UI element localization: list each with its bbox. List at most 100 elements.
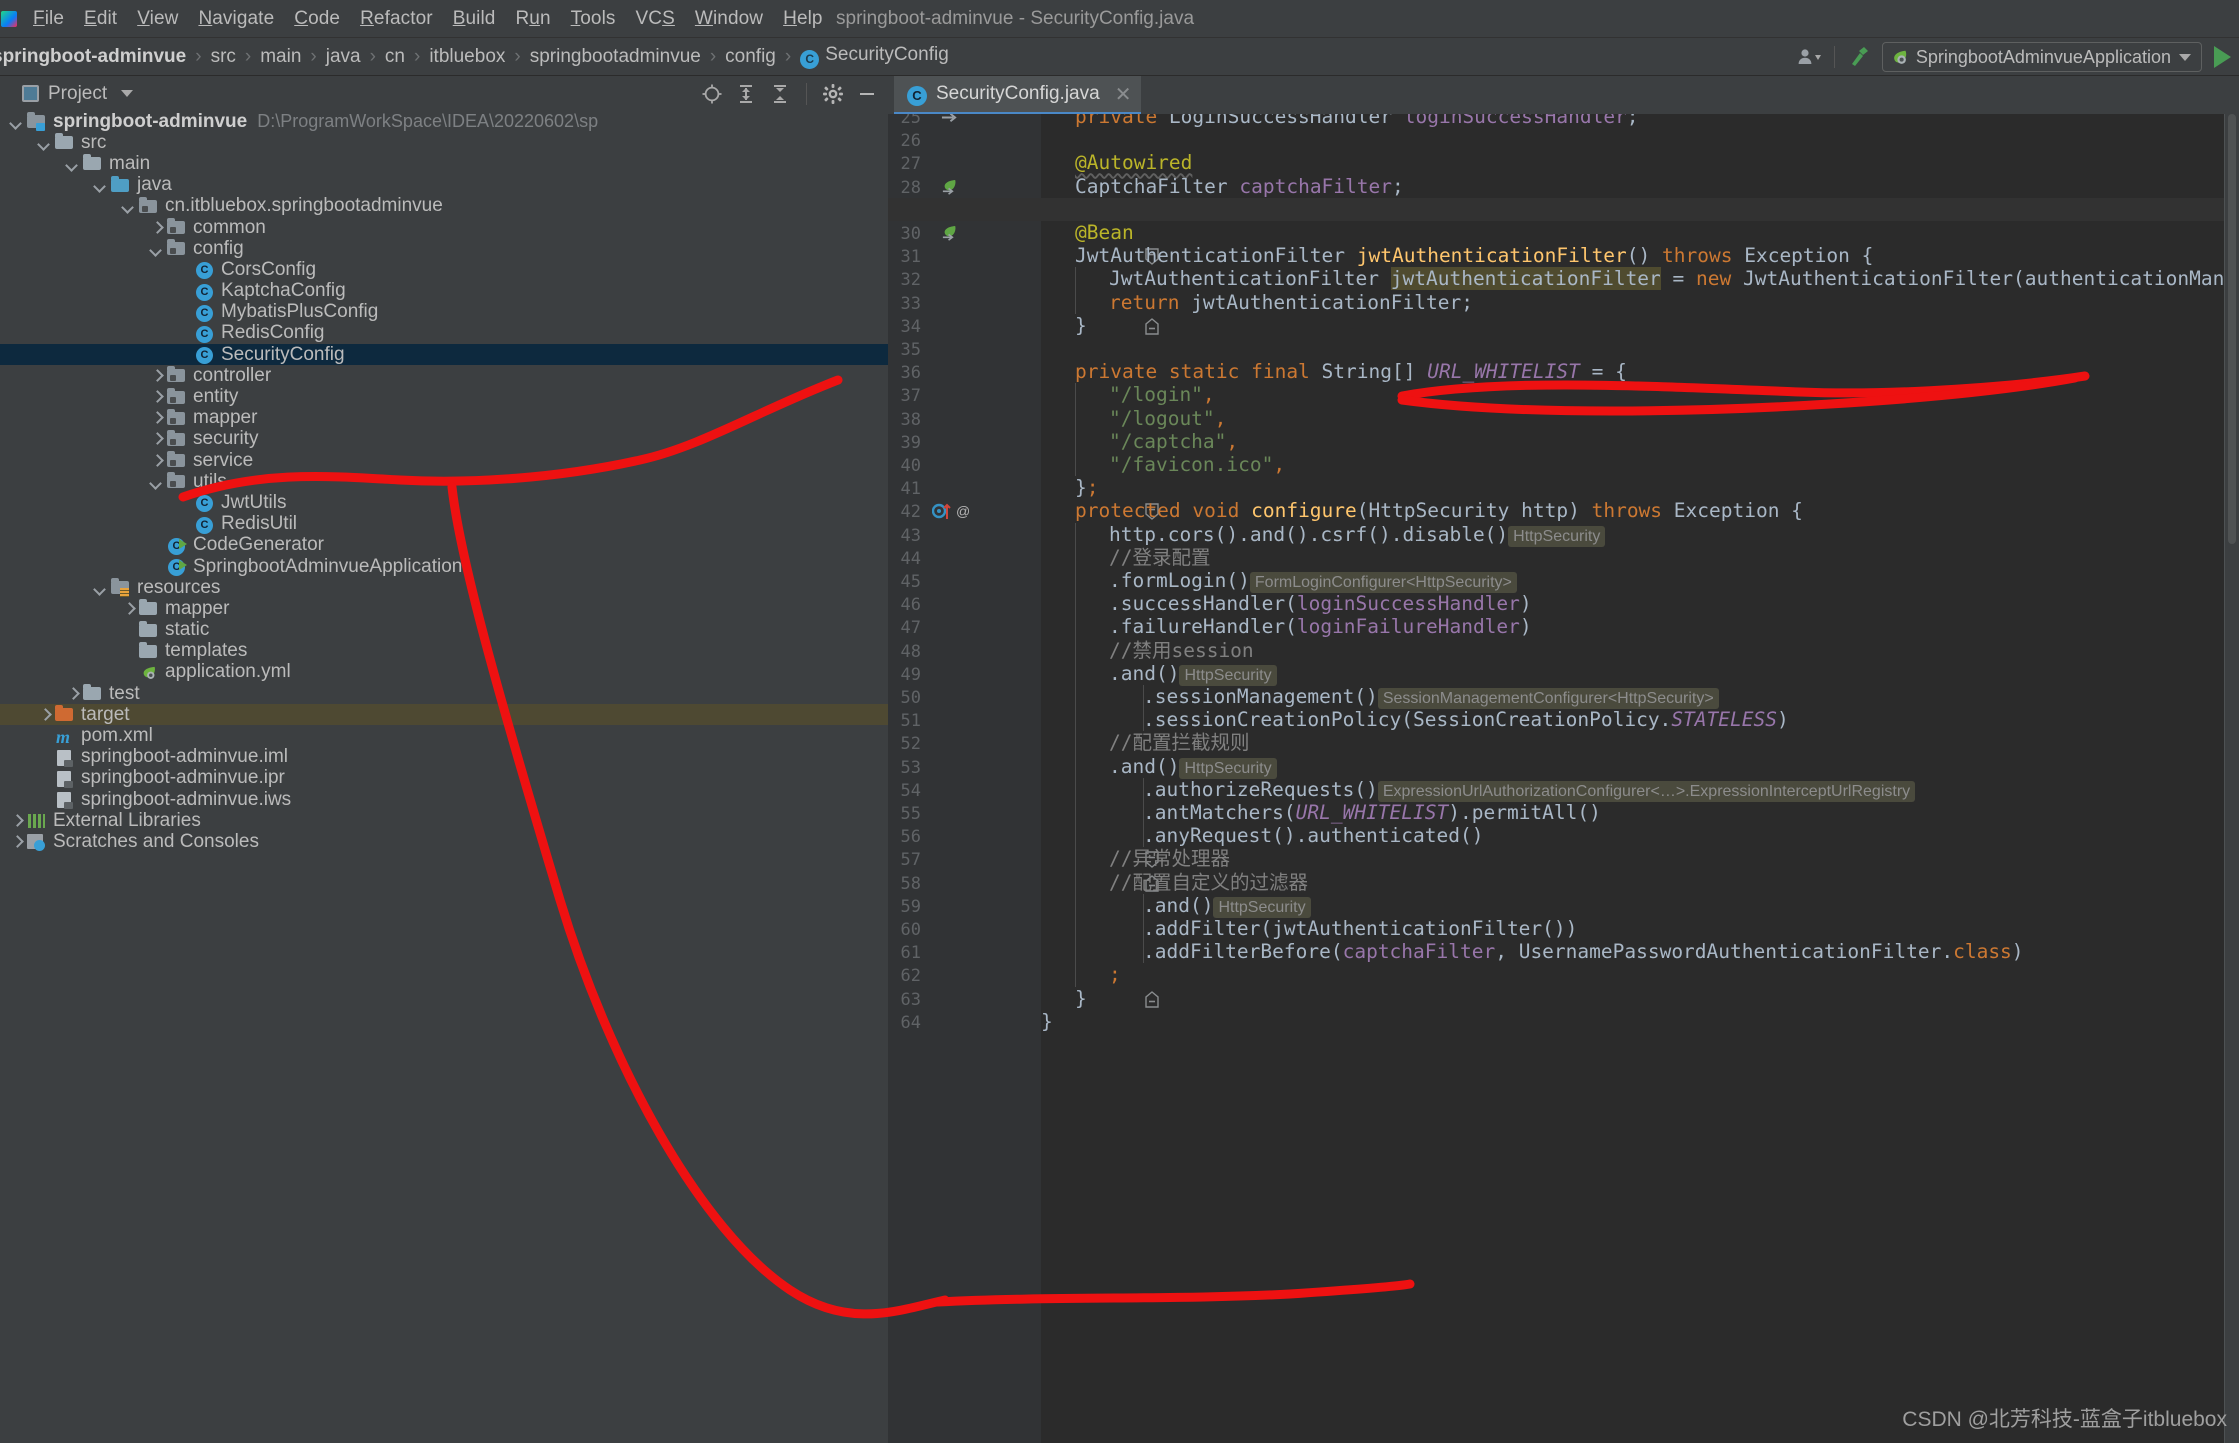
tree-item-securityconfig[interactable]: CSecurityConfig	[0, 344, 888, 365]
code-line-55[interactable]: .antMatchers(URL_WHITELIST).permitAll()	[1041, 801, 1601, 824]
settings-gear-icon[interactable]	[818, 79, 848, 109]
tree-item-src[interactable]: src	[0, 132, 888, 153]
code-line-61[interactable]: .addFilterBefore(captchaFilter, Username…	[1041, 940, 2024, 963]
code-line-40[interactable]: "/favicon.ico",	[1041, 453, 1285, 476]
chevron-down-icon[interactable]	[94, 179, 106, 191]
tree-item-springboot-adminvue-iml[interactable]: springboot-adminvue.iml	[0, 747, 888, 768]
tree-item-external-libraries[interactable]: External Libraries	[0, 810, 888, 831]
build-hammer-icon[interactable]	[1842, 42, 1876, 72]
code-line-59[interactable]: .and()HttpSecurity	[1041, 894, 1311, 917]
breadcrumb-item-main[interactable]: main	[260, 46, 301, 68]
user-settings-icon[interactable]	[1793, 42, 1827, 72]
code-line-47[interactable]: .failureHandler(loginFailureHandler)	[1041, 615, 1532, 638]
select-opened-file-icon[interactable]	[697, 79, 727, 109]
code-line-63[interactable]: }	[1041, 987, 1087, 1010]
breadcrumb-item-springboot-adminvue[interactable]: springboot-adminvue	[0, 46, 186, 68]
menu-file[interactable]: File	[23, 6, 74, 32]
code-line-45[interactable]: .formLogin()FormLoginConfigurer<HttpSecu…	[1041, 569, 1517, 592]
tree-item-jwtutils[interactable]: CJwtUtils	[0, 492, 888, 513]
menu-run[interactable]: Run	[505, 6, 560, 32]
code-line-31[interactable]: JwtAuthenticationFilter jwtAuthenticatio…	[1041, 244, 1873, 267]
code-line-57[interactable]: //异常处理器	[1041, 847, 1230, 870]
code-line-38[interactable]: "/logout",	[1041, 407, 1226, 430]
tree-item-springboot-adminvue-ipr[interactable]: springboot-adminvue.ipr	[0, 768, 888, 789]
tree-item-static[interactable]: static	[0, 620, 888, 641]
chevron-right-icon[interactable]	[10, 815, 22, 827]
breadcrumb-item-java[interactable]: java	[326, 46, 361, 68]
chevron-right-icon[interactable]	[150, 391, 162, 403]
breadcrumb-item-springbootadminvue[interactable]: springbootadminvue	[530, 46, 701, 68]
code-line-41[interactable]: };	[1041, 476, 1099, 499]
code-line-25[interactable]: private LoginSuccessHandler loginSuccess…	[1041, 114, 1639, 128]
hide-panel-icon[interactable]	[852, 79, 882, 109]
chevron-right-icon[interactable]	[150, 222, 162, 234]
tree-item-target[interactable]: target	[0, 704, 888, 725]
tree-item-main[interactable]: main	[0, 153, 888, 174]
collapse-all-icon[interactable]	[765, 79, 795, 109]
tree-item-test[interactable]: test	[0, 683, 888, 704]
code-line-30[interactable]: @Bean	[1041, 221, 1134, 244]
breadcrumb-item-src[interactable]: src	[211, 46, 236, 68]
menu-vcs[interactable]: VCS	[626, 6, 685, 32]
run-play-icon[interactable]	[2214, 46, 2231, 68]
menu-help[interactable]: Help	[773, 6, 832, 32]
menu-navigate[interactable]: Navigate	[188, 6, 284, 32]
tree-item-java[interactable]: java	[0, 175, 888, 196]
chevron-down-icon[interactable]	[10, 116, 22, 128]
code-line-44[interactable]: //登录配置	[1041, 546, 1210, 569]
code-line-54[interactable]: .authorizeRequests()ExpressionUrlAuthori…	[1041, 778, 1915, 801]
code-viewport[interactable]: 252627282930313233343536373839404142@434…	[888, 114, 2239, 1443]
tree-item-kaptchaconfig[interactable]: CKaptchaConfig	[0, 281, 888, 302]
chevron-right-icon[interactable]	[122, 603, 134, 615]
tree-item-springboot-adminvue[interactable]: springboot-adminvueD:\ProgramWorkSpace\I…	[0, 111, 888, 132]
scrollbar-thumb[interactable]	[2228, 114, 2236, 544]
code-line-60[interactable]: .addFilter(jwtAuthenticationFilter())	[1041, 917, 1577, 940]
code-line-52[interactable]: //配置拦截规则	[1041, 731, 1249, 754]
code-line-39[interactable]: "/captcha",	[1041, 430, 1238, 453]
code-line-28[interactable]: CaptchaFilter captchaFilter;	[1041, 175, 1404, 198]
menu-window[interactable]: Window	[685, 6, 773, 32]
editor-tab-securityconfig[interactable]: C SecurityConfig.java ✕	[894, 76, 1141, 114]
chevron-right-icon[interactable]	[10, 836, 22, 848]
tree-item-security[interactable]: security	[0, 429, 888, 450]
tree-item-pom-xml[interactable]: mpom.xml	[0, 725, 888, 746]
chevron-right-icon[interactable]	[150, 433, 162, 445]
tree-item-config[interactable]: config	[0, 238, 888, 259]
tree-item-resources[interactable]: resources	[0, 577, 888, 598]
chevron-right-icon[interactable]	[150, 370, 162, 382]
tree-item-codegenerator[interactable]: CCodeGenerator	[0, 535, 888, 556]
code-line-56[interactable]: .anyRequest().authenticated()	[1041, 824, 1483, 847]
tree-item-springboot-adminvue-iws[interactable]: springboot-adminvue.iws	[0, 789, 888, 810]
editor-scrollbar[interactable]	[2225, 114, 2239, 1443]
chevron-down-icon[interactable]	[150, 243, 162, 255]
run-configuration-selector[interactable]: SpringbootAdminvueApplication	[1882, 42, 2202, 72]
chevron-right-icon[interactable]	[150, 455, 162, 467]
chevron-down-icon[interactable]	[121, 90, 133, 97]
menu-edit[interactable]: Edit	[74, 6, 127, 32]
menu-refactor[interactable]: Refactor	[350, 6, 443, 32]
tree-item-utils[interactable]: utils	[0, 471, 888, 492]
chevron-down-icon[interactable]	[38, 137, 50, 149]
project-tree[interactable]: springboot-adminvueD:\ProgramWorkSpace\I…	[0, 111, 888, 1443]
menu-view[interactable]: View	[127, 6, 188, 32]
code-line-37[interactable]: "/login",	[1041, 383, 1215, 406]
code-line-34[interactable]: }	[1041, 314, 1087, 337]
code-line-64[interactable]: }	[1041, 1010, 1053, 1033]
tree-item-service[interactable]: service	[0, 450, 888, 471]
code-line-27[interactable]: @Autowired	[1041, 151, 1192, 174]
code-line-42[interactable]: protected void configure(HttpSecurity ht…	[1041, 499, 1803, 522]
chevron-down-icon[interactable]	[2179, 54, 2191, 61]
chevron-down-icon[interactable]	[122, 200, 134, 212]
code-line-62[interactable]: ;	[1041, 963, 1121, 986]
code-line-50[interactable]: .sessionManagement()SessionManagementCon…	[1041, 685, 1719, 708]
code-line-33[interactable]: return jwtAuthenticationFilter;	[1041, 291, 1473, 314]
breadcrumb-item-itbluebox[interactable]: itbluebox	[429, 46, 505, 68]
tree-item-mapper[interactable]: mapper	[0, 598, 888, 619]
breadcrumb-item-securityconfig[interactable]: CSecurityConfig	[800, 44, 949, 69]
menu-tools[interactable]: Tools	[561, 6, 626, 32]
menu-code[interactable]: Code	[284, 6, 350, 32]
tree-item-springbootadminvueapplication[interactable]: CSpringbootAdminvueApplication	[0, 556, 888, 577]
tree-item-mybatisplusconfig[interactable]: CMybatisPlusConfig	[0, 302, 888, 323]
breadcrumb-item-config[interactable]: config	[725, 46, 776, 68]
tree-item-mapper[interactable]: mapper	[0, 408, 888, 429]
